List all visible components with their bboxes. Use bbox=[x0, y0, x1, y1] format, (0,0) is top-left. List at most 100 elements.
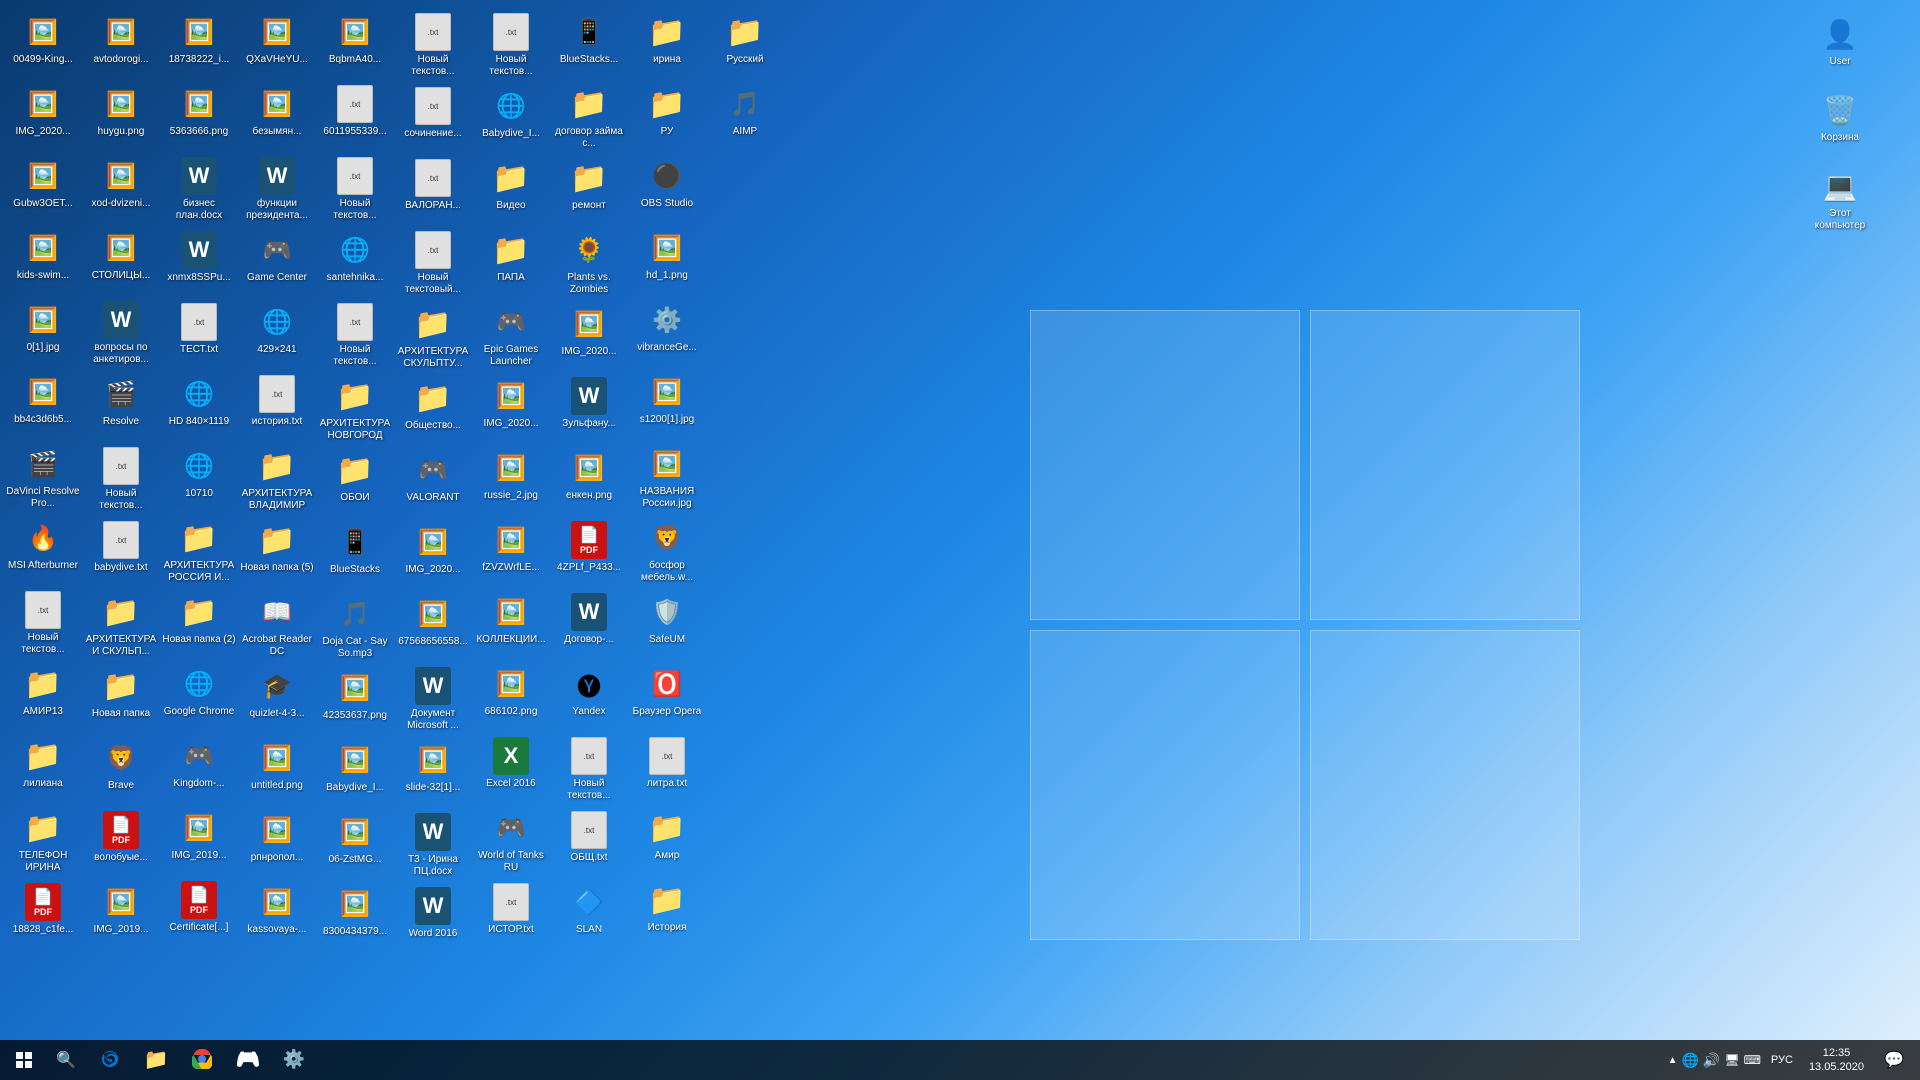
desktop-icon-kassovaya[interactable]: 🖼️kassovaya-... bbox=[238, 878, 316, 950]
desktop-icon-brave[interactable]: 🦁Brave bbox=[82, 734, 160, 806]
desktop-icon-dogovor[interactable]: WДоговор-... bbox=[550, 588, 628, 660]
desktop-icon-obs-studio[interactable]: ⚫OBS Studio bbox=[628, 152, 706, 224]
desktop-icon-doja-cat[interactable]: 🎵Doja Cat - Say So.mp3 bbox=[316, 590, 394, 664]
desktop-icon-enken[interactable]: 🖼️енкен.png bbox=[550, 444, 628, 516]
desktop-icon-img2019-1[interactable]: 🖼️IMG_2019... bbox=[82, 878, 160, 950]
desktop-icon-novaya-papka-2[interactable]: 📁Новая папка (2) bbox=[160, 588, 238, 660]
desktop-icon-untitled[interactable]: 🖼️untitled.png bbox=[238, 734, 316, 806]
desktop-icon-user[interactable]: 👤User bbox=[1800, 10, 1880, 82]
desktop-icon-42353637[interactable]: 🖼️42353637.png bbox=[316, 664, 394, 736]
desktop-icon-xod-dvizeni[interactable]: 🖼️xod-dvizeni... bbox=[82, 152, 160, 224]
desktop-icon-t3-irina[interactable]: WТ3 - Ирина ПЦ.docx bbox=[394, 808, 472, 882]
desktop-icon-noviy-txt6[interactable]: .txtНовый текстовый... bbox=[394, 226, 472, 300]
desktop-icon-429x241[interactable]: 🌐429×241 bbox=[238, 298, 316, 370]
desktop-icon-kingdom[interactable]: 🎮Kingdom-... bbox=[160, 732, 238, 804]
desktop-icon-valorant-txt[interactable]: .txtВАЛОРАН... bbox=[394, 154, 472, 226]
desktop-icon-istoriya-txt[interactable]: .txtистория.txt bbox=[238, 370, 316, 442]
desktop-icon-etot-komputer[interactable]: 💻Этот компьютер bbox=[1800, 162, 1880, 236]
desktop-icon-noviy-txt8[interactable]: .txtНовый текстов... bbox=[550, 732, 628, 806]
desktop-icon-plants-zombies[interactable]: 🌻Plants vs. Zombies bbox=[550, 226, 628, 300]
desktop-icon-acrobat[interactable]: 📖Acrobat Reader DC bbox=[238, 588, 316, 662]
desktop-icon-ru-folder[interactable]: 📁РУ bbox=[628, 80, 706, 152]
desktop-icon-amir-folder[interactable]: 📁Амир bbox=[628, 804, 706, 876]
desktop-icon-epic-games[interactable]: 🎮Epic Games Launcher bbox=[472, 298, 550, 372]
desktop-icon-davinci[interactable]: 🎬DaVinci Resolve Pro... bbox=[4, 440, 82, 514]
desktop-icon-arhitektura-vladimir[interactable]: 📁АРХИТЕКТУРА ВЛАДИМИР bbox=[238, 442, 316, 516]
desktop-icon-valorant[interactable]: 🎮VALORANT bbox=[394, 446, 472, 518]
desktop-icon-volobuye[interactable]: 📄PDFволобуые... bbox=[82, 806, 160, 878]
desktop-icon-686102[interactable]: 🖼️686102.png bbox=[472, 660, 550, 732]
desktop-icon-dogovor-zaima[interactable]: 📁договор займа с... bbox=[550, 80, 628, 154]
desktop-icon-liliana[interactable]: 📁лилиана bbox=[4, 732, 82, 804]
desktop-icon-novaya-papka-5[interactable]: 📁Новая папка (5) bbox=[238, 516, 316, 588]
desktop-icon-babydive-img2[interactable]: 🌐Babydive_I... bbox=[472, 82, 550, 154]
desktop-icon-18738222[interactable]: 🖼️18738222_i... bbox=[160, 8, 238, 80]
desktop-icon-yandex[interactable]: 🅨Yandex bbox=[550, 660, 628, 732]
system-clock[interactable]: 12:35 13.05.2020 bbox=[1803, 1046, 1870, 1075]
desktop-icon-russie-2[interactable]: 🖼️russie_2.jpg bbox=[472, 444, 550, 516]
desktop-icon-bluestacks[interactable]: 📱BlueStacks bbox=[316, 518, 394, 590]
network-icon[interactable]: 🌐 bbox=[1681, 1052, 1698, 1069]
desktop-icon-gubw3oet[interactable]: 🖼️Gubw3OET... bbox=[4, 152, 82, 224]
desktop-icon-fzvzwrle[interactable]: 🖼️fZVZWrfLE... bbox=[472, 516, 550, 588]
desktop-icon-aimp[interactable]: 🎵AIMP bbox=[706, 80, 784, 152]
desktop-icon-8300434[interactable]: 🖼️8300434379... bbox=[316, 880, 394, 952]
desktop-icon-quizlet[interactable]: 🎓quizlet-4-3... bbox=[238, 662, 316, 734]
desktop-icon-img2019-2[interactable]: 🖼️IMG_2019... bbox=[160, 804, 238, 876]
desktop-icon-bqbma40[interactable]: 🖼️BqbmA40... bbox=[316, 8, 394, 80]
desktop-icon-img2020-4[interactable]: 🖼️IMG_2020... bbox=[550, 300, 628, 372]
desktop-icon-kollekcii[interactable]: 🖼️КОЛЛЕКЦИИ... bbox=[472, 588, 550, 660]
desktop-icon-noviy-txt7[interactable]: .txtНовый текстов... bbox=[472, 8, 550, 82]
desktop-icon-msi-afterburner[interactable]: 🔥MSI Afterburner bbox=[4, 514, 82, 586]
desktop-icon-sochinenie[interactable]: .txtсочинение... bbox=[394, 82, 472, 154]
taskbar-chrome-icon[interactable] bbox=[180, 1041, 224, 1079]
desktop-icon-noviy-txt5[interactable]: .txtНовый текстов... bbox=[394, 8, 472, 82]
desktop-icon-excel-2016[interactable]: XExcel 2016 bbox=[472, 732, 550, 804]
taskbar-explorer-icon[interactable]: 📁 bbox=[134, 1041, 178, 1079]
desktop-icon-noviy-txt2[interactable]: .txtНовый текстов... bbox=[82, 442, 160, 516]
desktop-icon-arhitektura-novgorod[interactable]: 📁АРХИТЕКТУРА НОВГОРОД bbox=[316, 372, 394, 446]
desktop-icon-kids-swim[interactable]: 🖼️kids-swim... bbox=[4, 224, 82, 296]
desktop-icon-santehnika[interactable]: 🌐santehnika... bbox=[316, 226, 394, 298]
expand-tray-icon[interactable]: ▲ bbox=[1668, 1055, 1678, 1066]
desktop-icon-brauzer-opera[interactable]: 🅾️Браузер Opera bbox=[628, 660, 706, 732]
desktop-icon-pnprop[interactable]: 🖼️рпнропол... bbox=[238, 806, 316, 878]
desktop-icon-arhitektura-sculp[interactable]: 📁АРХИТЕКТУРА СКУЛЬПТУ... bbox=[394, 300, 472, 374]
desktop-icon-istor-txt[interactable]: .txtИСТОР.txt bbox=[472, 878, 550, 950]
notification-center-button[interactable]: 💬 bbox=[1876, 1040, 1912, 1080]
desktop-icon-5363666[interactable]: 🖼️5363666.png bbox=[160, 80, 238, 152]
desktop-icon-arhitektura-rossiya[interactable]: 📁АРХИТЕКТУРА РОССИЯ И... bbox=[160, 514, 238, 588]
desktop-icon-google-chrome[interactable]: 🌐Google Chrome bbox=[160, 660, 238, 732]
desktop-icon-irina-folder[interactable]: 📁ирина bbox=[628, 8, 706, 80]
desktop-icon-novaya-papka[interactable]: 📁Новая папка bbox=[82, 662, 160, 734]
desktop-icon-s1200-1[interactable]: 🖼️s1200[1].jpg bbox=[628, 368, 706, 440]
desktop-icon-obschestvo[interactable]: 📁Общество... bbox=[394, 374, 472, 446]
taskbar-settings-icon[interactable]: ⚙️ bbox=[272, 1041, 316, 1079]
desktop-icon-00499-king[interactable]: 🖼️00499-King... bbox=[4, 8, 82, 80]
desktop-icon-korzina[interactable]: 🗑️Корзина bbox=[1800, 86, 1880, 158]
desktop-icon-noviy-txt3[interactable]: .txtНовый текстов... bbox=[316, 152, 394, 226]
desktop-icon-dokument-ms[interactable]: WДокумент Microsoft ... bbox=[394, 662, 472, 736]
taskbar-edge-icon[interactable] bbox=[88, 1041, 132, 1079]
desktop-icon-safeup[interactable]: 🛡️SafeUM bbox=[628, 588, 706, 660]
desktop-icon-slan[interactable]: 🔷SLAN bbox=[550, 878, 628, 950]
desktop-icon-hd840[interactable]: 🌐HD 840×1119 bbox=[160, 370, 238, 442]
desktop-icon-bb4c3d6b[interactable]: 🖼️bb4c3d6b5... bbox=[4, 368, 82, 440]
desktop-icon-vibrancege[interactable]: ⚙️vibranceGe... bbox=[628, 296, 706, 368]
desktop-icon-video[interactable]: 📁Видео bbox=[472, 154, 550, 226]
desktop-icon-noviy-txt4[interactable]: .txtНовый текстов... bbox=[316, 298, 394, 372]
desktop-icon-remont[interactable]: 📁ремонт bbox=[550, 154, 628, 226]
desktop-icon-obsch-txt[interactable]: .txtОБЩ.txt bbox=[550, 806, 628, 878]
desktop-icon-telefon-irina[interactable]: 📁ТЕЛЕФОН ИРИНА bbox=[4, 804, 82, 878]
volume-icon[interactable]: 🔊 bbox=[1703, 1052, 1720, 1069]
desktop-icon-biznes-plan[interactable]: Wбизнес план.docx bbox=[160, 152, 238, 226]
desktop-icon-funkcii-prezidenta[interactable]: Wфункции президента... bbox=[238, 152, 316, 226]
desktop-icon-game-center[interactable]: 🎮Game Center bbox=[238, 226, 316, 298]
desktop-icon-img2020-3[interactable]: 🖼️IMG_2020... bbox=[472, 372, 550, 444]
taskbar-steam-icon[interactable]: 🎮 bbox=[226, 1041, 270, 1079]
desktop-icon-russkiy-folder[interactable]: 📁Русский bbox=[706, 8, 784, 80]
desktop-icon-oboi[interactable]: 📁ОБОИ bbox=[316, 446, 394, 518]
desktop-icon-qxavheyu[interactable]: 🖼️QXaVHeYU... bbox=[238, 8, 316, 80]
desktop-icon-babydive-txt[interactable]: .txtbabydive.txt bbox=[82, 516, 160, 588]
desktop-icon-stolici[interactable]: 🖼️СТОЛИЦЫ... bbox=[82, 224, 160, 296]
